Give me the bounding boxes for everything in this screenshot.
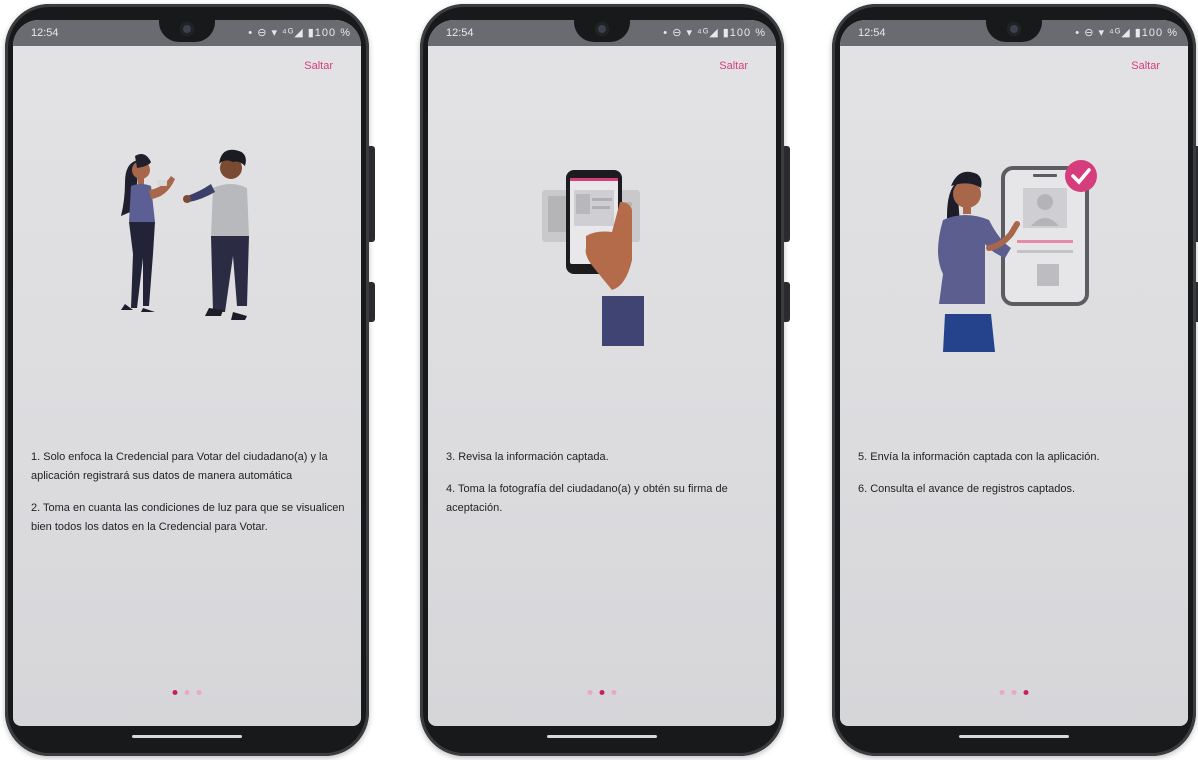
status-time: 12:54 xyxy=(446,27,474,39)
instructions-text: 1. Solo enfoca la Credencial para Votar … xyxy=(31,448,347,550)
onboarding-screen-3: 12:54 • ⊖ ▾ ⁴ᴳ◢ ▮100 % Saltar 5. Envía l… xyxy=(840,20,1188,726)
page-dot-1[interactable] xyxy=(587,690,593,695)
onboarding-screen-2: 12:54 • ⊖ ▾ ⁴ᴳ◢ ▮100 % Saltar 3. Revisa … xyxy=(428,20,776,726)
status-icons: • ⊖ ▾ ⁴ᴳ◢ ▮100 % xyxy=(663,27,766,39)
page-dot-3[interactable] xyxy=(196,690,202,695)
power-button xyxy=(784,282,790,322)
status-time: 12:54 xyxy=(31,27,59,39)
instruction-4: 4. Toma la fotografía del ciudadano(a) y… xyxy=(446,483,728,514)
phone-frame-2: 12:54 • ⊖ ▾ ⁴ᴳ◢ ▮100 % Saltar 3. Revisa … xyxy=(420,4,790,756)
phone-frame-3: 12:54 • ⊖ ▾ ⁴ᴳ◢ ▮100 % Saltar 5. Envía l… xyxy=(832,4,1198,756)
status-time: 12:54 xyxy=(858,27,886,39)
status-icons: • ⊖ ▾ ⁴ᴳ◢ ▮100 % xyxy=(248,27,351,39)
page-dot-2[interactable] xyxy=(184,690,190,695)
notch xyxy=(159,20,215,42)
camera-icon xyxy=(180,22,194,36)
volume-button xyxy=(784,146,790,242)
instruction-3: 3. Revisa la información captada. xyxy=(446,451,609,463)
notch xyxy=(986,20,1042,42)
instruction-5: 5. Envía la información captada con la a… xyxy=(858,451,1100,463)
two-people-illustration xyxy=(121,149,249,320)
page-dot-2[interactable] xyxy=(1011,690,1017,695)
power-button xyxy=(369,282,375,322)
status-bar: 12:54 • ⊖ ▾ ⁴ᴳ◢ ▮100 % xyxy=(13,20,361,46)
page-indicator xyxy=(587,690,617,695)
instruction-2: 2. Toma en cuanta las condiciones de luz… xyxy=(31,502,345,533)
instruction-1: 1. Solo enfoca la Credencial para Votar … xyxy=(31,451,328,482)
status-bar: 12:54 • ⊖ ▾ ⁴ᴳ◢ ▮100 % xyxy=(428,20,776,46)
skip-button[interactable]: Saltar xyxy=(719,60,748,72)
phone-frame-1: 12:54 • ⊖ ▾ ⁴ᴳ◢ ▮100 % Saltar 1. Solo en… xyxy=(5,4,375,756)
instructions-text: 3. Revisa la información captada. 4. Tom… xyxy=(446,448,762,531)
status-icons: • ⊖ ▾ ⁴ᴳ◢ ▮100 % xyxy=(1075,27,1178,39)
camera-icon xyxy=(595,22,609,36)
onboarding-screen-1: 12:54 • ⊖ ▾ ⁴ᴳ◢ ▮100 % Saltar 1. Solo en… xyxy=(13,20,361,726)
camera-icon xyxy=(1007,22,1021,36)
page-dot-1[interactable] xyxy=(172,690,178,695)
skip-button[interactable]: Saltar xyxy=(1131,60,1160,72)
page-dot-3[interactable] xyxy=(611,690,617,695)
page-dot-1[interactable] xyxy=(999,690,1005,695)
notch xyxy=(574,20,630,42)
instructions-text: 5. Envía la información captada con la a… xyxy=(858,448,1174,512)
woman-sending-data-illustration xyxy=(938,160,1097,352)
volume-button xyxy=(369,146,375,242)
home-indicator[interactable] xyxy=(132,735,242,738)
page-dot-2[interactable] xyxy=(599,690,605,695)
page-indicator xyxy=(999,690,1029,695)
phone-scanning-credential-illustration xyxy=(542,170,644,346)
instruction-6: 6. Consulta el avance de registros capta… xyxy=(858,483,1076,495)
page-dot-3[interactable] xyxy=(1023,690,1029,695)
home-indicator[interactable] xyxy=(547,735,657,738)
status-bar: 12:54 • ⊖ ▾ ⁴ᴳ◢ ▮100 % xyxy=(840,20,1188,46)
page-indicator xyxy=(172,690,202,695)
skip-button[interactable]: Saltar xyxy=(304,60,333,72)
home-indicator[interactable] xyxy=(959,735,1069,738)
